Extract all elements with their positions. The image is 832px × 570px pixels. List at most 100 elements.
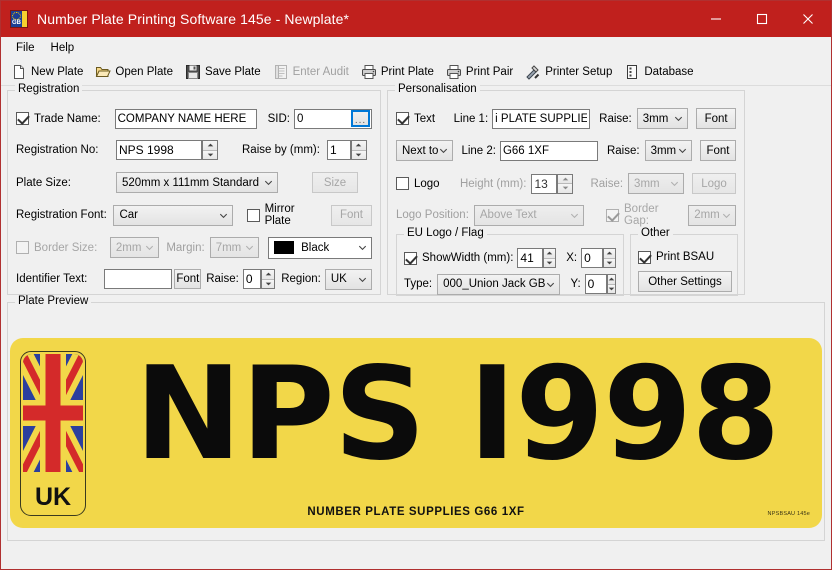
- border-gap-checkbox: Border Gap:: [606, 203, 682, 227]
- logo-position-select: Above Text: [473, 204, 585, 226]
- personalisation-group: Personalisation Text Line 1: Raise: 3mm …: [387, 83, 745, 296]
- printer-icon: [446, 64, 462, 80]
- registration-no-spinner[interactable]: [202, 140, 218, 160]
- toolbar-save-plate[interactable]: Save Plate: [179, 59, 267, 84]
- region-select[interactable]: UK: [324, 268, 373, 290]
- maximize-button[interactable]: [739, 1, 785, 37]
- plate-canvas[interactable]: UK NPS I998 NUMBER PLATE SUPPLIES G66 1X…: [10, 338, 822, 528]
- spinner-down[interactable]: [544, 258, 556, 267]
- printer-icon: [361, 64, 377, 80]
- other-settings-button[interactable]: Other Settings: [638, 271, 732, 292]
- text-position-select[interactable]: Next to: [396, 140, 454, 161]
- toolbar-label: Printer Setup: [545, 65, 613, 78]
- trade-name-checkbox[interactable]: Trade Name:: [16, 112, 115, 125]
- registration-font-select[interactable]: Car: [113, 204, 233, 226]
- spinner-down[interactable]: [607, 284, 615, 293]
- eu-type-select[interactable]: 000_Union Jack GB: [437, 273, 561, 295]
- identifier-text-input[interactable]: [104, 269, 173, 289]
- print-bsau-checkbox[interactable]: Print BSAU: [638, 246, 730, 268]
- gb-euro-badge-icon: GB: [10, 10, 28, 28]
- logo-checkbox[interactable]: Logo: [396, 177, 460, 190]
- line2-raise-select[interactable]: 3mm: [644, 140, 692, 161]
- sid-browse-button[interactable]: ...: [351, 110, 370, 127]
- logo-height-spinner[interactable]: [557, 173, 574, 194]
- plate-size-select[interactable]: 520mm x 111mm Standard: [116, 172, 278, 193]
- toolbar-database[interactable]: Database: [618, 59, 699, 84]
- identifier-raise-input[interactable]: [242, 269, 261, 289]
- identifier-font-button[interactable]: Font: [174, 269, 202, 289]
- raise-by-input[interactable]: [326, 140, 351, 160]
- logo-height-label: Height (mm):: [459, 177, 527, 190]
- plate-sub-text: NUMBER PLATE SUPPLIES G66 1XF: [307, 506, 525, 518]
- logo-checkbox-label: Logo: [414, 177, 440, 190]
- text-checkbox-label: Text: [414, 112, 436, 125]
- line1-input[interactable]: [492, 108, 591, 129]
- chevron-down-icon: [722, 213, 731, 218]
- eu-width-label: Width (mm):: [450, 252, 514, 264]
- minimize-button[interactable]: [693, 1, 739, 37]
- toolbar-open-plate[interactable]: Open Plate: [89, 59, 179, 84]
- spinner-up[interactable]: [604, 249, 615, 259]
- toolbar-print-plate[interactable]: Print Plate: [355, 59, 440, 84]
- checkbox-box: [16, 112, 29, 125]
- spinner-down[interactable]: [203, 150, 217, 159]
- menu-item-file[interactable]: File: [8, 40, 43, 56]
- line2-input[interactable]: [499, 140, 598, 161]
- menu-item-help[interactable]: Help: [43, 40, 83, 56]
- print-bsau-label: Print BSAU: [656, 251, 715, 263]
- eu-width-spinner[interactable]: [543, 248, 557, 268]
- eu-type-label: Type:: [404, 278, 433, 290]
- text-checkbox[interactable]: Text: [396, 112, 454, 125]
- eu-y-spinner[interactable]: [606, 274, 616, 294]
- spinner-up[interactable]: [351, 141, 366, 151]
- border-gap-value: 2mm: [694, 209, 720, 221]
- spinner-down[interactable]: [604, 258, 615, 267]
- spinner-up[interactable]: [203, 141, 217, 151]
- eu-y-input[interactable]: [584, 274, 607, 294]
- toolbar-print-pair[interactable]: Print Pair: [440, 59, 519, 84]
- mirror-plate-checkbox[interactable]: Mirror Plate: [246, 203, 322, 227]
- chevron-down-icon: [264, 180, 273, 186]
- raise-by-spinner[interactable]: [350, 140, 367, 160]
- spinner-up[interactable]: [544, 249, 556, 259]
- close-button[interactable]: [785, 1, 831, 37]
- line2-label: Line 2:: [461, 144, 496, 157]
- plate-colour-select[interactable]: Black: [268, 236, 373, 259]
- personalisation-group-title: Personalisation: [395, 83, 480, 95]
- eu-show-label: Show: [422, 252, 451, 264]
- eu-x-input[interactable]: [581, 248, 604, 268]
- spinner-up[interactable]: [607, 275, 615, 285]
- line1-raise-value: 3mm: [642, 112, 669, 125]
- toolbar-label: Database: [644, 65, 694, 78]
- spinner-up[interactable]: [261, 270, 275, 280]
- trade-name-input[interactable]: [114, 108, 257, 129]
- toolbar-label: Open Plate: [115, 65, 173, 78]
- chevron-down-icon: [547, 282, 555, 287]
- eu-show-checkbox[interactable]: Show: [404, 251, 451, 265]
- trade-name-label: Trade Name:: [34, 112, 101, 125]
- eu-x-spinner[interactable]: [603, 248, 616, 268]
- identifier-raise-spinner[interactable]: [260, 269, 276, 289]
- eu-width-input[interactable]: [517, 248, 544, 268]
- line1-font-button[interactable]: Font: [696, 108, 736, 129]
- border-gap-select: 2mm: [688, 204, 736, 226]
- logo-position-label: Logo Position:: [396, 209, 469, 221]
- eu-type-value: 000_Union Jack GB: [443, 278, 546, 290]
- logo-height-input[interactable]: [531, 173, 558, 194]
- chevron-down-icon: [440, 148, 448, 154]
- spinner-down[interactable]: [261, 279, 275, 288]
- registration-no-input[interactable]: [116, 140, 202, 160]
- toolbar: New Plate Open Plate Save Plate Enter Au…: [1, 58, 831, 86]
- sid-input[interactable]: [295, 109, 351, 128]
- spinner-down[interactable]: [351, 150, 366, 159]
- spinner-up[interactable]: [558, 174, 573, 184]
- toolbar-new-plate[interactable]: New Plate: [5, 59, 89, 84]
- spinner-down[interactable]: [558, 184, 573, 193]
- line2-font-button[interactable]: Font: [699, 140, 736, 161]
- checkbox-box: [246, 208, 260, 222]
- eu-logo-title: EU Logo / Flag: [404, 227, 487, 239]
- toolbar-printer-setup[interactable]: Printer Setup: [519, 59, 618, 84]
- line1-raise-select[interactable]: 3mm: [636, 108, 689, 129]
- checkbox-box: [404, 251, 417, 265]
- border-size-checkbox[interactable]: Border Size:: [16, 241, 110, 254]
